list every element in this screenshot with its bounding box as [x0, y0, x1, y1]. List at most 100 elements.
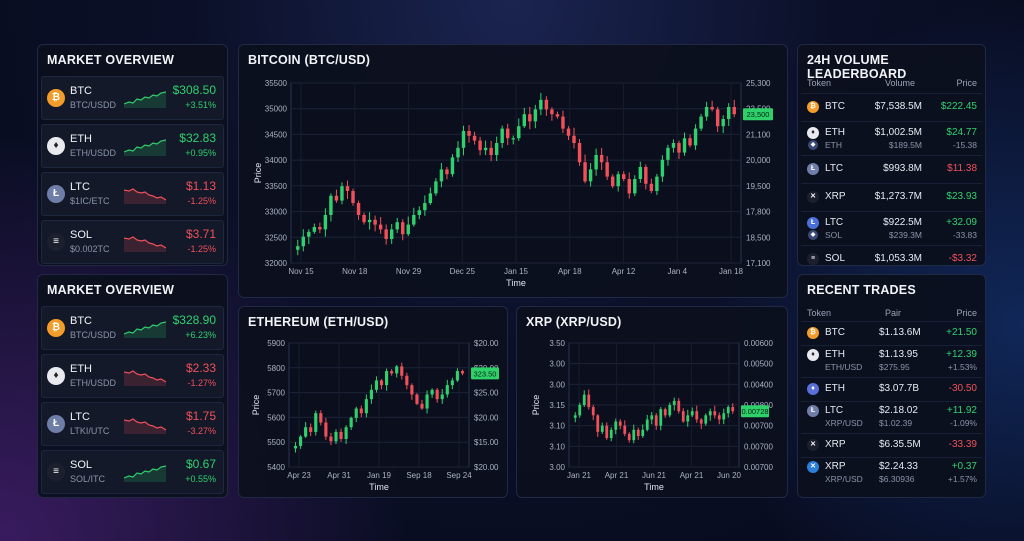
bitcoin-icon: ₿ — [807, 101, 819, 113]
trade-price: +12.39 — [946, 349, 977, 360]
y-tick-label: 35000 — [265, 105, 288, 114]
market-row-ltc[interactable]: Ł LTC $1IC/ETC $1.13 -1.25% — [41, 172, 224, 216]
leaderboard-row[interactable]: Ł LTC $993.8M $11.38 — [801, 155, 982, 181]
market-price: $328.90 — [172, 313, 216, 327]
leaderboard-row[interactable]: ✕ XRP $1,273.7M $23.93 — [801, 183, 982, 209]
litecoin-icon: Ł — [807, 405, 819, 417]
trade-row[interactable]: Ł LTC $2.18.02 +11.92 XRP/USD $1.02.39 -1.09% — [801, 401, 982, 431]
market-symbol: ETH — [70, 133, 92, 145]
market-change: -1.27% — [187, 378, 216, 388]
trade-sub-token: XRP/USD — [825, 418, 863, 428]
trade-pair: $2.18.02 — [879, 405, 918, 416]
sparkline — [124, 321, 166, 338]
y2-tick-label: 17,100 — [746, 259, 771, 268]
sub-token-volume: $189.5M — [888, 140, 922, 150]
token-price: +32.09 — [946, 217, 977, 228]
y2-tick-label: $15.00 — [474, 438, 499, 447]
y-tick-label: 3.15 — [549, 401, 565, 410]
header-price: Price — [956, 78, 977, 88]
litecoin-icon: Ł — [47, 185, 65, 203]
token-name: SOL — [825, 253, 846, 264]
market-symbol: LTC — [70, 181, 90, 193]
y-tick-label: 3.50 — [549, 339, 565, 348]
litecoin-icon: Ł — [807, 163, 819, 175]
trade-sub-price: +1.57% — [947, 474, 977, 484]
market-row-btc[interactable]: ₿ BTC BTC/USDD $328.90 +6.23% — [41, 306, 224, 350]
trade-row[interactable]: ♦ ETH $1.13.95 +12.39 ETH/USD $275.95 +1.53% — [801, 345, 982, 375]
sparkline — [124, 418, 166, 434]
candle[interactable] — [314, 410, 318, 436]
market-row-eth[interactable]: ♦ ETH ETH/USDD $2.33 -1.27% — [41, 354, 224, 398]
market-row-btc[interactable]: ₿ BTC BTC/USDD $308.50 +3.51% — [41, 76, 224, 120]
y-tick-label: 32000 — [265, 259, 288, 268]
bitcoin-icon: ₿ — [807, 327, 819, 339]
x-tick-label: Nov 15 — [288, 267, 314, 276]
y-axis-label: Price — [531, 395, 541, 416]
token-name: XRP — [825, 191, 846, 202]
market-row-ltc[interactable]: Ł LTC LTKI/UTC $1.75 -3.27% — [41, 402, 224, 446]
panel-title: MARKET OVERVIEW — [47, 283, 175, 297]
candle[interactable] — [415, 393, 419, 406]
litecoin-icon: Ł — [807, 217, 819, 229]
ethereum-icon: ♦ — [47, 137, 65, 155]
panel-title: RECENT TRADES — [807, 283, 916, 297]
bitcoin-candlestick-chart[interactable]: 32000 32500 33000 33500 34000 34500 35000 35500… — [239, 45, 788, 298]
y-tick-label: 34000 — [265, 156, 288, 165]
leaderboard-row[interactable]: ≡ SOL $1,053.3M -$3.32 — [801, 245, 982, 265]
x-axis-label: Time — [369, 482, 389, 492]
y2-tick-label: 18,500 — [746, 233, 771, 242]
y2-tick-label: 0.00400 — [744, 380, 773, 389]
y2-tick-label: 20,000 — [746, 156, 771, 165]
x-tick-label: Apr 21 — [605, 471, 629, 480]
sub-token-icon: ◆ — [808, 140, 818, 150]
bitcoin-chart-panel: BITCOIN (BTC/USD) 32000 32500 33000 33500 34… — [238, 44, 788, 298]
leaderboard-row[interactable]: Ł LTC $922.5M +32.09 ◆ SOL $239.3M -33.83 — [801, 211, 982, 243]
market-row-eth[interactable]: ♦ ETH ETH/USDD $32.83 +0.95% — [41, 124, 224, 168]
trade-row[interactable]: ₿ BTC $1.13.6M +21.50 — [801, 321, 982, 343]
token-volume: $1,002.5M — [874, 127, 922, 138]
token-volume: $1,273.7M — [874, 191, 922, 202]
x-tick-label: Jun 21 — [642, 471, 667, 480]
market-row-sol[interactable]: ≡ SOL SOL/ITC $0.67 +0.55% — [41, 450, 224, 494]
leaderboard-row[interactable]: ♦ ETH $1,002.5M $24.77 ◆ ETH $189.5M -15.38 — [801, 121, 982, 153]
x-tick-label: Jan 19 — [367, 471, 392, 480]
market-pair: ETH/USDD — [70, 148, 117, 158]
y-tick-label: 32500 — [265, 233, 288, 242]
market-row-sol[interactable]: ≡ SOL $0.002TC $3.71 -1.25% — [41, 220, 224, 264]
x-tick-label: Apr 12 — [612, 267, 636, 276]
market-price: $2.33 — [185, 361, 216, 375]
trade-row[interactable]: ♦ ETH $3.07.7B -30.50 — [801, 377, 982, 399]
market-symbol: ETH — [70, 363, 92, 375]
sub-token-icon: ◆ — [808, 230, 818, 240]
y2-tick-label: 25,300 — [746, 79, 771, 88]
y-tick-label: 5700 — [267, 389, 285, 398]
trade-sub-pair: $6.30936 — [879, 474, 915, 484]
xrp-candlestick-chart[interactable]: 3.00 3.10 3.10 3.15 3.00 3.00 3.50 0.00600 0.005… — [517, 307, 788, 498]
sparkline — [124, 236, 166, 252]
market-change: -1.25% — [187, 196, 216, 206]
ethereum-icon: ♦ — [807, 383, 819, 395]
table-header: Token Volume Price — [807, 78, 977, 90]
token-name: LTC — [825, 163, 844, 174]
sparkline — [124, 370, 166, 386]
x-tick-label: Apr 31 — [327, 471, 351, 480]
x-tick-label: Apr 21 — [680, 471, 704, 480]
leaderboard-row[interactable]: ₿ BTC $7,538.5M $222.45 — [801, 93, 982, 119]
xrp-icon: ✕ — [807, 439, 819, 451]
table-header: Token Pair Price — [807, 308, 977, 320]
y-tick-label: 3.10 — [549, 422, 565, 431]
y2-tick-label: $20.00 — [474, 339, 499, 348]
trade-row[interactable]: ✕ XRP $2.24.33 +0.37 XRP/USD $6.30936 +1.57% — [801, 457, 982, 487]
ethereum-candlestick-chart[interactable]: 5400 5500 5600 5700 5800 5900 $20.00 $20.00 $25.… — [239, 307, 508, 498]
token-price: -$3.32 — [948, 253, 977, 264]
y2-tick-label: $25.00 — [474, 389, 499, 398]
candle[interactable] — [450, 154, 455, 177]
trade-row[interactable]: ✕ XRP $6.35.5M -33.39 — [801, 433, 982, 455]
trade-sub-price: -1.09% — [950, 418, 977, 428]
y2-tick-label: 0.00700 — [744, 442, 773, 451]
sparkline — [124, 91, 166, 108]
trade-price: -30.50 — [948, 383, 977, 394]
x-axis-label: Time — [644, 482, 664, 492]
trade-token: ETH — [825, 383, 845, 394]
trade-pair: $6.35.5M — [879, 439, 921, 450]
